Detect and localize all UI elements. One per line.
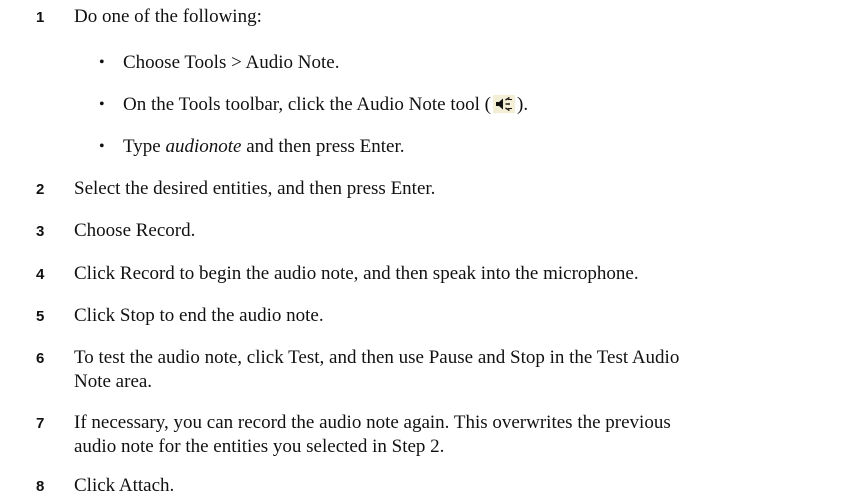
bullet-dot: • xyxy=(99,54,105,71)
step-text-line-1: If necessary, you can record the audio n… xyxy=(74,412,671,433)
step-number: 6 xyxy=(36,350,45,367)
step-text: Click Record to begin the audio note, an… xyxy=(74,263,639,284)
audio-note-icon xyxy=(493,95,516,113)
step-number: 3 xyxy=(36,223,45,240)
bullet-text-pre: On the Tools toolbar, click the Audio No… xyxy=(123,94,492,115)
step-text-line-1: To test the audio note, click Test, and … xyxy=(74,347,680,368)
step-number: 8 xyxy=(36,478,45,495)
step-text: Click Stop to end the audio note. xyxy=(74,305,324,326)
step-number: 4 xyxy=(36,266,45,283)
bullet-text-post: ). xyxy=(517,94,529,115)
step-text-line-2: Note area. xyxy=(74,371,153,392)
bullet-text: Choose Tools > Audio Note. xyxy=(123,52,340,73)
step-number: 1 xyxy=(36,9,45,26)
step-text: Select the desired entities, and then pr… xyxy=(74,178,436,199)
document-page: 1 Do one of the following: • Choose Tool… xyxy=(0,0,866,499)
bullet-dot: • xyxy=(99,96,105,113)
command-name: audionote xyxy=(165,136,242,157)
step-number: 7 xyxy=(36,415,45,432)
bullet-text-post: and then press Enter. xyxy=(241,136,405,157)
bullet-text: On the Tools toolbar, click the Audio No… xyxy=(123,93,528,116)
bullet-dot: • xyxy=(99,138,105,155)
bullet-text-pre: Type xyxy=(123,136,166,157)
bullet-text: Type audionote and then press Enter. xyxy=(123,135,405,158)
step-text: Click Attach. xyxy=(74,475,175,496)
step-text-line-2: audio note for the entities you selected… xyxy=(74,436,445,457)
step-text: Choose Record. xyxy=(74,220,196,241)
step-text: Do one of the following: xyxy=(74,6,262,27)
step-number: 5 xyxy=(36,308,45,325)
step-number: 2 xyxy=(36,181,45,198)
